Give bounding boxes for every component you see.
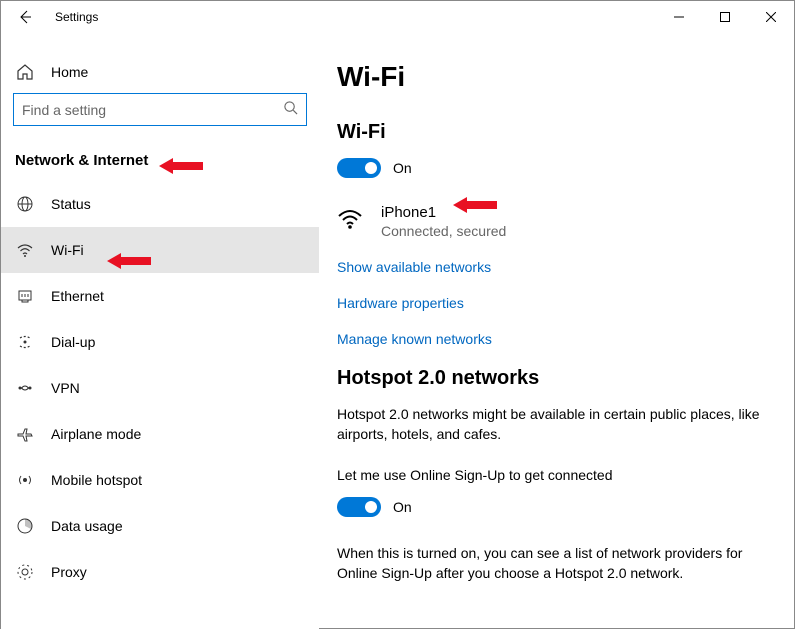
wifi-icon xyxy=(15,241,35,259)
datausage-icon xyxy=(15,517,35,535)
maximize-icon xyxy=(720,12,730,22)
airplane-icon xyxy=(15,425,35,443)
sidebar-item-label: Proxy xyxy=(51,564,87,580)
sidebar-item-label: Status xyxy=(51,196,91,212)
hotspot-toggle[interactable] xyxy=(337,497,381,517)
window-controls xyxy=(656,1,794,33)
sidebar-item-label: Wi-Fi xyxy=(51,242,84,258)
page-title: Wi-Fi xyxy=(337,61,774,93)
hotspot-icon xyxy=(15,471,35,489)
window-title: Settings xyxy=(55,10,98,24)
hotspot-section-title: Hotspot 2.0 networks xyxy=(337,367,774,390)
close-button[interactable] xyxy=(748,1,794,33)
hotspot-description: Hotspot 2.0 networks might be available … xyxy=(337,404,774,445)
sidebar-item-vpn[interactable]: VPN xyxy=(1,365,319,411)
minimize-icon xyxy=(674,12,684,22)
home-button[interactable]: Home xyxy=(1,51,319,93)
hotspot-toggle-label: On xyxy=(393,499,412,515)
category-heading: Network & Internet xyxy=(1,140,319,181)
close-icon xyxy=(766,12,776,22)
manage-known-networks-link[interactable]: Manage known networks xyxy=(337,331,774,347)
dialup-icon xyxy=(15,333,35,351)
minimize-button[interactable] xyxy=(656,1,702,33)
search-box[interactable] xyxy=(13,93,307,126)
hotspot-prompt: Let me use Online Sign-Up to get connect… xyxy=(337,467,774,483)
proxy-icon xyxy=(15,563,35,581)
sidebar-item-label: VPN xyxy=(51,380,80,396)
titlebar: Settings xyxy=(1,1,794,33)
sidebar-item-status[interactable]: Status xyxy=(1,181,319,227)
sidebar-item-label: Data usage xyxy=(51,518,123,534)
vpn-icon xyxy=(15,379,35,397)
home-label: Home xyxy=(51,64,88,80)
ethernet-icon xyxy=(15,287,35,305)
sidebar-item-dialup[interactable]: Dial-up xyxy=(1,319,319,365)
back-arrow-icon xyxy=(17,9,33,25)
search-input[interactable] xyxy=(22,102,283,118)
wifi-section-title: Wi-Fi xyxy=(337,121,774,144)
sidebar-item-label: Mobile hotspot xyxy=(51,472,142,488)
sidebar-item-airplane[interactable]: Airplane mode xyxy=(1,411,319,457)
sidebar-item-label: Ethernet xyxy=(51,288,104,304)
hardware-properties-link[interactable]: Hardware properties xyxy=(337,295,774,311)
content-pane: Wi-Fi Wi-Fi On iPhone1 Connected, secure… xyxy=(319,33,794,630)
back-button[interactable] xyxy=(1,1,49,33)
search-icon xyxy=(283,100,298,120)
sidebar-item-proxy[interactable]: Proxy xyxy=(1,549,319,595)
hotspot-note: When this is turned on, you can see a li… xyxy=(337,543,774,584)
wifi-toggle-label: On xyxy=(393,160,412,176)
wifi-signal-icon xyxy=(337,206,363,239)
sidebar-item-datausage[interactable]: Data usage xyxy=(1,503,319,549)
show-networks-link[interactable]: Show available networks xyxy=(337,259,774,275)
network-name: iPhone1 xyxy=(381,204,506,221)
sidebar-item-label: Airplane mode xyxy=(51,426,141,442)
sidebar-item-wifi[interactable]: Wi-Fi xyxy=(1,227,319,273)
wifi-toggle[interactable] xyxy=(337,158,381,178)
home-icon xyxy=(15,63,35,81)
sidebar-item-label: Dial-up xyxy=(51,334,95,350)
sidebar-item-hotspot[interactable]: Mobile hotspot xyxy=(1,457,319,503)
network-status: Connected, secured xyxy=(381,223,506,239)
globe-icon xyxy=(15,195,35,213)
current-network[interactable]: iPhone1 Connected, secured xyxy=(337,204,774,239)
sidebar-item-ethernet[interactable]: Ethernet xyxy=(1,273,319,319)
maximize-button[interactable] xyxy=(702,1,748,33)
sidebar: Home Network & Internet Status Wi-Fi xyxy=(1,33,319,630)
